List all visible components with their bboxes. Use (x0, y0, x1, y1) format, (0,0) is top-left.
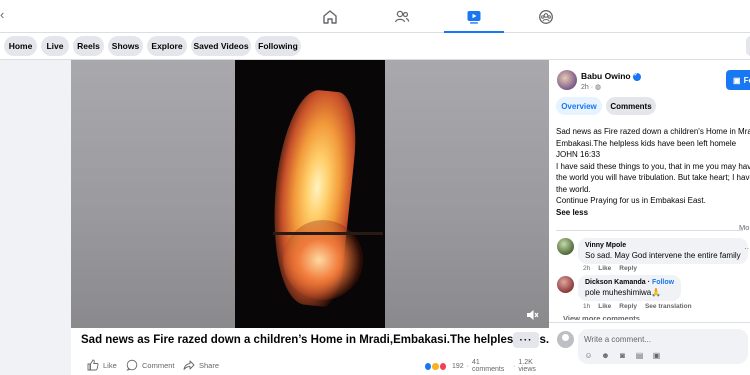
author-name[interactable]: Babu Owino (581, 71, 641, 81)
chip-live[interactable]: Live (41, 36, 69, 56)
share-button[interactable]: Share (183, 358, 219, 372)
commenter-follow-link[interactable]: Follow (652, 279, 674, 286)
tab-overview[interactable]: Overview (556, 97, 602, 115)
gif-icon[interactable]: ▤ (635, 351, 644, 360)
video-title-bar: Sad news as Fire razed down a children’s… (71, 328, 555, 353)
write-comment-input[interactable]: Write a comment... ☺ ☻ ◙ ▤ ▣ (578, 329, 748, 364)
sticker-icon[interactable]: ▣ (652, 351, 661, 360)
comment-bubble: Vinny Mpole So sad. May God intervene th… (578, 238, 748, 264)
watch-filter-bar: Home Live Reels Shows Explore Saved Vide… (0, 33, 750, 60)
emoji-icon[interactable]: ☻ (601, 351, 610, 360)
share-icon (183, 360, 195, 370)
description-line: Continue Praying for us in Embakasi East… (556, 196, 706, 205)
chip-reels[interactable]: Reels (73, 36, 104, 56)
globe-icon: ◍ (595, 84, 602, 91)
post-time[interactable]: 2h · ◍ (581, 83, 601, 91)
video-title[interactable]: Sad news as Fire razed down a children’s… (81, 334, 555, 346)
verified-badge-icon (632, 71, 641, 81)
view-more-comments-link[interactable]: View more comments (563, 314, 640, 320)
love-reaction-icon (438, 361, 447, 371)
engagement-stats: 192 · 41 comments · 1.2K views (424, 359, 549, 373)
chip-shows[interactable]: Shows (108, 36, 143, 56)
back-arrow-icon[interactable]: ‹ (0, 7, 8, 25)
video-action-bar: Like Comment Share 192 · 41 comments · 1… (71, 353, 549, 375)
follow-icon: ▣ (733, 75, 741, 85)
home-icon[interactable] (300, 0, 360, 33)
post-time-text: 2h · (581, 84, 596, 91)
chip-home[interactable]: Home (4, 36, 37, 56)
groups-icon[interactable] (516, 0, 576, 33)
like-label: Like (103, 360, 117, 370)
comment-bubble: Dickson Kamanda · Follow pole muheshimiw… (578, 275, 682, 301)
comment-meta: 1h Like Reply See translation (583, 303, 692, 310)
comment-meta: 2h Like Reply (583, 265, 637, 272)
composer-tools: ☺ ☻ ◙ ▤ ▣ (584, 351, 661, 360)
commenter-avatar[interactable] (557, 238, 574, 255)
chip-saved-videos[interactable]: Saved Videos (191, 36, 251, 56)
description-line: the world. (556, 184, 591, 194)
commenter-name-row: Dickson Kamanda · Follow (585, 279, 674, 286)
comment-composer: Write a comment... ☺ ☻ ◙ ▤ ▣ (549, 322, 750, 375)
camera-icon[interactable]: ◙ (618, 351, 627, 360)
share-label: Share (199, 360, 220, 370)
comment-like-link[interactable]: Like (598, 265, 611, 272)
commenter-avatar[interactable] (557, 276, 574, 293)
commenter-name[interactable]: Vinny Mpole (585, 242, 741, 249)
separator-dot: · (647, 279, 650, 286)
current-user-avatar (557, 331, 574, 348)
volume-muted-icon[interactable] (525, 308, 539, 322)
friends-icon[interactable] (372, 0, 432, 33)
like-icon (87, 359, 99, 371)
reaction-count[interactable]: 192 (452, 363, 464, 370)
comment-time[interactable]: 1h (583, 303, 590, 310)
avatar-sticker-icon[interactable]: ☺ (584, 351, 593, 360)
stats-separator: · (466, 362, 470, 370)
chip-explore[interactable]: Explore (147, 36, 187, 56)
follow-button[interactable]: ▣Fo (726, 70, 750, 90)
comment-reply-link[interactable]: Reply (619, 265, 637, 272)
divider (556, 230, 743, 231)
description-line: the world you will have tribulation. But… (556, 173, 750, 182)
comment-button[interactable]: Comment (126, 358, 175, 372)
video-frame (235, 60, 385, 328)
tab-comments[interactable]: Comments (606, 97, 656, 115)
comment-reply-link[interactable]: Reply (619, 303, 637, 310)
write-comment-placeholder: Write a comment... (584, 335, 651, 344)
chip-overflow[interactable] (746, 36, 750, 56)
description-line: I have said these things to you, that in… (556, 161, 750, 171)
comment-count[interactable]: 41 comments (472, 359, 510, 373)
comment-label: Comment (142, 360, 175, 370)
comment-text: So sad. May God intervene the entire fam… (585, 251, 741, 260)
comment-time[interactable]: 2h (583, 265, 590, 272)
chip-following[interactable]: Following (255, 36, 301, 56)
post-details-panel: Babu Owino 2h · ◍ ▣Fo Overview Comments … (549, 60, 750, 375)
comment-like-link[interactable]: Like (598, 303, 611, 310)
description-line: Embakasi.The helpless kids have been lef… (556, 138, 737, 148)
video-player[interactable] (71, 60, 549, 328)
follow-label: Fo (743, 75, 750, 85)
author-name-text: Babu Owino (581, 71, 631, 81)
watch-icon[interactable] (444, 0, 504, 34)
view-count: 1.2K views (518, 359, 536, 373)
like-button[interactable]: Like (87, 358, 117, 372)
see-less-link[interactable]: See less (556, 207, 750, 219)
comment-icon (126, 359, 138, 371)
commenter-name[interactable]: Dickson Kamanda (585, 279, 646, 286)
comment-options-icon[interactable]: ··· (744, 244, 750, 253)
stats-separator: · (513, 362, 516, 370)
post-description: Sad news as Fire razed down a children's… (556, 126, 750, 218)
more-options-button[interactable]: ··· (513, 332, 539, 348)
description-line: JOHN 16:33 (556, 150, 601, 159)
top-navigation: ‹ (0, 0, 750, 34)
author-avatar[interactable] (557, 70, 577, 90)
comment-text: pole muheshimiwa🙏 (585, 288, 662, 297)
rooftop-silhouette (273, 232, 383, 235)
see-translation-link[interactable]: See translation (645, 303, 692, 310)
description-line: Sad news as Fire razed down a children's… (556, 127, 750, 136)
